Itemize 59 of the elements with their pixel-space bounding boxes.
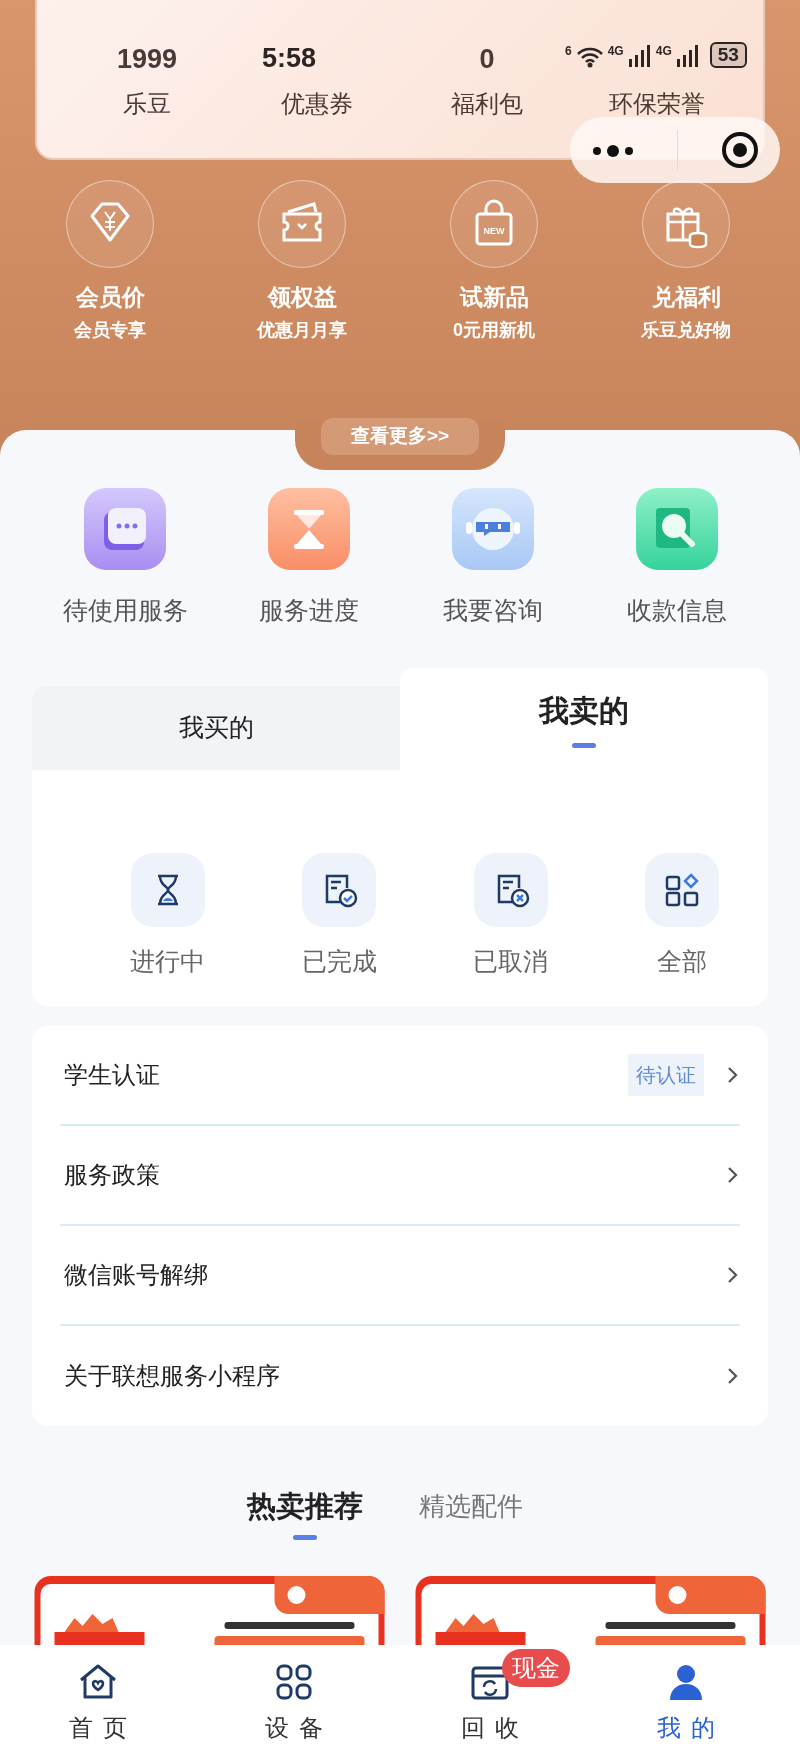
status-tag: 待认证	[628, 1053, 704, 1096]
stat-value: 1999	[116, 44, 178, 74]
nav-item[interactable]: 首页	[0, 1658, 196, 1747]
search-icon	[636, 488, 718, 570]
benefit-title: 试新品	[458, 283, 530, 312]
order-tab[interactable]: 我买的	[32, 685, 400, 770]
benefit-subtitle: 优惠月月享	[255, 318, 348, 342]
order-tab[interactable]: 我卖的	[400, 667, 768, 770]
stat-value: 0	[479, 44, 495, 74]
network-label: 4G	[655, 43, 672, 60]
nav-item[interactable]: 设备	[196, 1658, 392, 1747]
chevron-right-icon	[726, 1164, 740, 1185]
service-button[interactable]: 我要咨询	[401, 488, 585, 630]
stat-label: 福利包	[450, 89, 524, 119]
settings-row[interactable]: 服务政策	[60, 1125, 740, 1226]
nav-item[interactable]: 我的	[588, 1658, 784, 1747]
order-filter-button[interactable]: 进行中	[82, 827, 254, 1006]
signal-icon	[675, 44, 700, 68]
benefit-subtitle: 乐豆兑好物	[640, 318, 732, 342]
benefit-title: 兑福利	[650, 283, 722, 312]
stat-label: 优惠券	[280, 89, 354, 119]
chevron-right-icon	[726, 1264, 740, 1285]
cash-badge: 现金	[502, 1648, 570, 1687]
benefit-title: 会员价	[74, 283, 146, 312]
settings-row[interactable]: 微信账号解绑	[60, 1225, 740, 1326]
wifi-label: 6	[565, 43, 572, 60]
stat-label: 乐豆	[122, 89, 172, 119]
order-filter-button[interactable]: 已取消	[425, 827, 597, 1006]
settings-row[interactable]: 学生认证 待认证	[60, 1025, 740, 1126]
robot-icon	[452, 488, 534, 570]
close-button[interactable]	[720, 131, 759, 169]
more-icon	[591, 143, 636, 158]
product-tab[interactable]: 精选配件	[391, 1471, 551, 1542]
service-button[interactable]: 待使用服务	[33, 488, 217, 630]
stat-label: 环保荣誉	[608, 89, 706, 119]
chevron-right-icon	[726, 1064, 740, 1085]
hourglass-icon	[268, 488, 350, 570]
signal-icon	[627, 44, 652, 68]
row-label: 服务政策	[63, 1159, 161, 1190]
benefit-subtitle: 会员专享	[73, 318, 147, 342]
row-label: 学生认证	[63, 1059, 161, 1090]
service-button[interactable]: 收款信息	[585, 488, 769, 630]
row-label: 关于联想服务小程序	[63, 1360, 281, 1391]
battery-indicator: 53	[709, 42, 747, 68]
benefit-title: 领权益	[266, 283, 338, 312]
benefit-subtitle: 0元用新机	[452, 318, 536, 342]
status-time: 5:58	[262, 42, 317, 75]
row-label: 微信账号解绑	[63, 1259, 209, 1290]
settings-row[interactable]: 关于联想服务小程序	[60, 1325, 740, 1426]
network-label: 4G	[607, 43, 624, 60]
product-tab[interactable]: 热卖推荐	[219, 1471, 391, 1542]
target-icon	[720, 131, 759, 169]
service-button[interactable]: 服务进度	[217, 488, 401, 630]
chat-icon	[84, 488, 166, 570]
chevron-right-icon	[726, 1365, 740, 1386]
icon-label: NEW	[482, 225, 506, 238]
order-filter-button[interactable]: 已完成	[253, 827, 425, 1006]
order-filter-button[interactable]: 全部	[596, 827, 768, 1006]
wifi-icon	[575, 46, 604, 68]
